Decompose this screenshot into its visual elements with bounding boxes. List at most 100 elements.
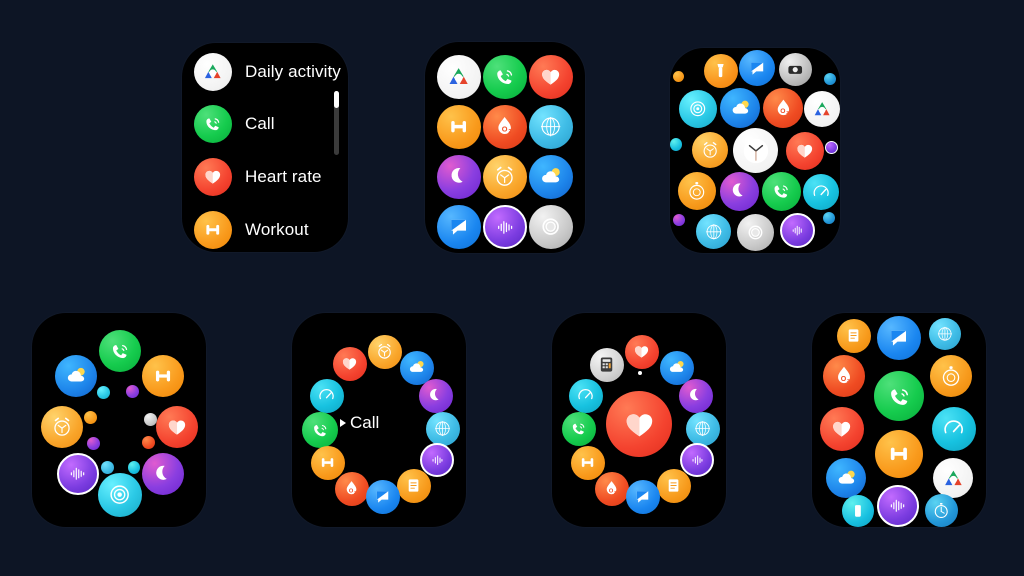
cloud-sun-icon[interactable] (55, 355, 97, 397)
alarm-clock-icon[interactable] (368, 335, 402, 369)
stress-rings-icon[interactable] (98, 473, 142, 517)
timer-icon[interactable] (84, 411, 97, 424)
activity-rings-icon[interactable] (437, 55, 481, 99)
honeycomb-layout-watch[interactable]: O 2 (670, 48, 840, 253)
stress-rings-icon[interactable] (679, 90, 717, 128)
heart-icon[interactable] (625, 335, 659, 369)
speedometer-icon[interactable] (932, 407, 976, 451)
speedometer-icon[interactable] (310, 379, 344, 413)
stress-rings-icon[interactable] (97, 386, 110, 399)
heart-icon[interactable] (786, 132, 824, 170)
moon-icon[interactable] (679, 379, 713, 413)
dumbbell-icon[interactable] (311, 446, 345, 480)
spo2-droplet-icon[interactable]: O 2 (823, 355, 865, 397)
stopwatch-icon[interactable] (823, 212, 835, 224)
speedometer-icon[interactable] (803, 174, 839, 210)
list-layout-watch[interactable]: Daily activity Call Heart rate Workout (182, 43, 348, 252)
waveform-icon[interactable] (877, 485, 919, 527)
alarm-clock-icon[interactable] (692, 132, 728, 168)
list-scrollbar-thumb[interactable] (334, 91, 339, 108)
camera-icon[interactable] (779, 53, 812, 86)
calculator-icon[interactable] (590, 348, 624, 382)
activity-rings-icon[interactable] (804, 91, 840, 127)
phone-call-icon[interactable] (874, 371, 924, 421)
notes-icon[interactable] (397, 469, 431, 503)
activity-rings-icon[interactable] (933, 458, 973, 498)
cloud-sun-icon[interactable] (720, 88, 760, 128)
phone-call-icon[interactable] (302, 412, 338, 448)
phone-call-icon[interactable] (562, 412, 596, 446)
phone-device-icon[interactable] (842, 495, 874, 527)
stopwatch-icon[interactable] (824, 73, 836, 85)
message-bubble-icon[interactable] (877, 316, 921, 360)
dumbbell-icon[interactable] (142, 355, 184, 397)
dumbbell-icon[interactable] (875, 430, 923, 478)
rotary-focus-watch[interactable]: O 2 (552, 313, 726, 527)
spo2-droplet-icon[interactable]: O 2 (335, 472, 369, 506)
gear-icon[interactable] (737, 214, 774, 251)
list-item[interactable]: Heart rate (194, 158, 322, 196)
compass-icon[interactable] (929, 318, 961, 350)
message-bubble-icon[interactable] (366, 480, 400, 514)
timer-icon[interactable] (930, 355, 972, 397)
cloud-sun-icon[interactable] (826, 458, 866, 498)
cloud-sun-icon[interactable] (529, 155, 573, 199)
circular-cluster-watch[interactable] (32, 313, 206, 527)
list-item[interactable]: Daily activity (194, 53, 341, 91)
vertical-column-watch[interactable]: O 2 (812, 313, 986, 527)
list-item[interactable]: Call (194, 105, 275, 143)
waveform-icon[interactable] (483, 205, 527, 249)
gear-icon[interactable] (529, 205, 573, 249)
spo2-droplet-icon[interactable]: O 2 (763, 88, 803, 128)
moon-icon[interactable] (87, 437, 100, 450)
compass-icon[interactable] (101, 461, 114, 474)
gear-icon[interactable] (144, 413, 157, 426)
speedometer-icon[interactable] (569, 379, 603, 413)
focused-app-heart-icon[interactable] (606, 391, 672, 457)
heart-icon[interactable] (820, 407, 864, 451)
grid-layout-watch[interactable]: O 2 (425, 42, 585, 253)
waveform-icon[interactable] (780, 213, 815, 248)
rotary-carousel-watch[interactable]: O 2 Call (292, 313, 466, 527)
timer-icon[interactable] (678, 172, 716, 210)
message-bubble-icon[interactable] (739, 50, 775, 86)
alarm-clock-icon[interactable] (41, 406, 83, 448)
spo2-droplet-icon[interactable]: O 2 (483, 105, 527, 149)
timer-icon[interactable] (673, 71, 684, 82)
flashlight-icon[interactable] (704, 54, 738, 88)
moon-icon[interactable] (126, 385, 139, 398)
compass-icon[interactable] (686, 412, 720, 446)
heart-icon[interactable] (529, 55, 573, 99)
phone-device-icon[interactable] (670, 138, 682, 151)
message-bubble-icon[interactable] (626, 480, 660, 514)
message-bubble-icon[interactable] (437, 205, 481, 249)
dumbbell-icon[interactable] (571, 446, 605, 480)
heart-icon[interactable] (156, 406, 198, 448)
waveform-icon[interactable] (825, 141, 838, 154)
moon-icon[interactable] (720, 172, 759, 211)
dumbbell-icon[interactable] (437, 105, 481, 149)
moon-icon[interactable] (437, 155, 481, 199)
compass-icon[interactable] (696, 214, 731, 249)
waveform-icon[interactable] (680, 443, 714, 477)
moon-icon[interactable] (142, 453, 184, 495)
spo2-droplet-icon[interactable] (142, 436, 155, 449)
alarm-clock-icon[interactable] (483, 155, 527, 199)
compass-icon[interactable] (529, 105, 573, 149)
moon-icon[interactable] (419, 379, 453, 413)
moon-icon[interactable] (673, 214, 685, 226)
heart-icon[interactable] (333, 347, 367, 381)
waveform-icon[interactable] (420, 443, 454, 477)
notes-icon[interactable] (657, 469, 691, 503)
phone-device-icon[interactable] (128, 461, 140, 474)
waveform-icon[interactable] (57, 453, 99, 495)
spo2-droplet-icon[interactable]: O 2 (595, 472, 629, 506)
analog-clock-icon[interactable] (733, 128, 778, 173)
list-item[interactable]: Workout (194, 211, 309, 249)
phone-call-icon[interactable] (762, 172, 801, 211)
phone-call-icon[interactable] (483, 55, 527, 99)
compass-icon[interactable] (426, 412, 460, 446)
stopwatch-icon[interactable] (925, 494, 958, 527)
phone-call-icon[interactable] (99, 330, 141, 372)
notes-icon[interactable] (837, 319, 871, 353)
